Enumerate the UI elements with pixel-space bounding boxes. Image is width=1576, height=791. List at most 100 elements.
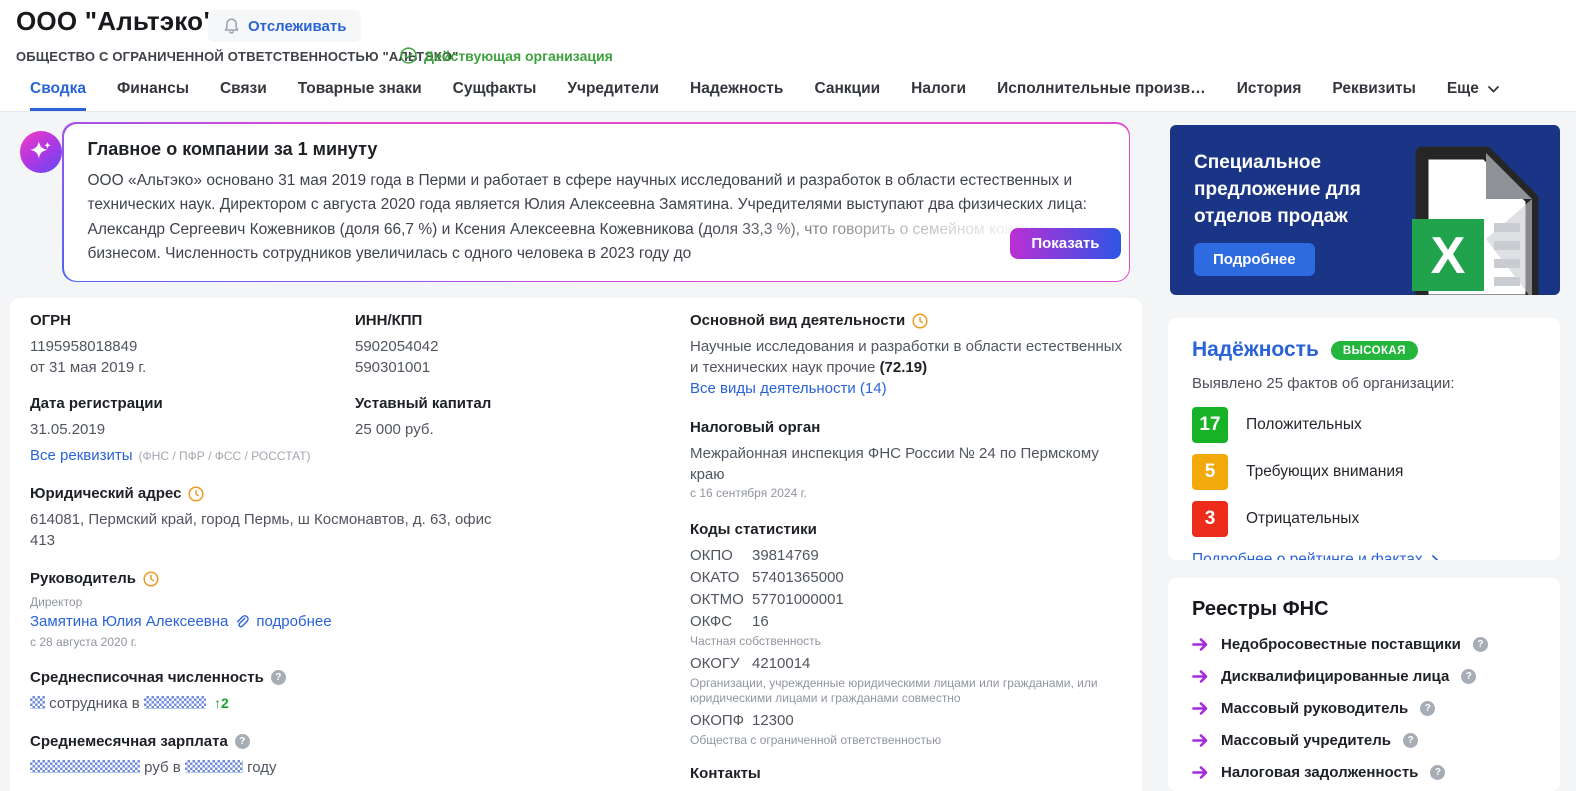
registry-label: Налоговая задолженность xyxy=(1221,764,1419,781)
kpp-value: 590301001 xyxy=(355,359,431,376)
page-header: ООО "Альтэко" Отслеживать ОБЩЕСТВО С ОГР… xyxy=(0,0,1576,112)
fact-label: Положительных xyxy=(1246,416,1362,433)
page-title: ООО "Альтэко" xyxy=(16,6,216,36)
head-more-link[interactable]: подробнее xyxy=(256,613,331,630)
tab-ispolnitelnye[interactable]: Исполнительные произв… xyxy=(997,74,1206,111)
tax-office-label: Налоговый орган xyxy=(690,419,821,436)
code-value: 16 xyxy=(752,613,769,630)
registry-item-tax-debt[interactable]: Налоговая задолженность ? xyxy=(1192,764,1536,781)
question-icon[interactable]: ? xyxy=(234,734,250,749)
arrow-right-icon xyxy=(1192,734,1209,747)
salary-label: Среднемесячная зарплата ? xyxy=(30,733,500,750)
all-activities-link[interactable]: Все виды деятельности (14) xyxy=(690,380,887,397)
tab-istoriya[interactable]: История xyxy=(1237,74,1302,111)
svg-text:X: X xyxy=(1431,227,1466,285)
question-icon[interactable]: ? xyxy=(270,670,286,685)
registry-label: Массовый руководитель xyxy=(1221,700,1409,717)
details-column-right: Основной вид деятельности Научные исслед… xyxy=(690,312,1132,791)
fact-attention[interactable]: 5 Требующих внимания xyxy=(1192,454,1536,490)
tab-uchrediteli[interactable]: Учредители xyxy=(567,74,659,111)
salary-suffix-text: году xyxy=(247,759,277,776)
registry-item-disqualified-persons[interactable]: Дисквалифицированные лица ? xyxy=(1192,668,1536,685)
fns-registries-title: Реестры ФНС xyxy=(1192,598,1329,620)
arrow-right-icon xyxy=(1192,702,1209,715)
headcount-growth: ↑2 xyxy=(214,695,229,711)
clock-icon[interactable] xyxy=(143,570,159,587)
reliability-card: Надёжность ВЫСОКАЯ Выявлено 25 фактов об… xyxy=(1168,318,1560,560)
all-requisites-link[interactable]: Все реквизиты xyxy=(30,447,133,464)
question-icon[interactable]: ? xyxy=(1461,669,1477,684)
code-key: ОКОГУ xyxy=(690,655,740,672)
stat-code-row: ОКТМО 57701000001 xyxy=(690,589,1132,611)
clock-icon[interactable] xyxy=(912,312,928,329)
promo-details-button[interactable]: Подробнее xyxy=(1194,243,1315,276)
requisites-note: (ФНС / ПФР / ФСС / РОССТАТ) xyxy=(138,449,311,463)
activity-label-text: Основной вид деятельности xyxy=(690,312,906,329)
code-key: ОКАТО xyxy=(690,569,740,586)
question-icon[interactable]: ? xyxy=(1472,637,1488,652)
arrow-right-icon xyxy=(1192,638,1209,651)
stat-code-row: ОКОПФ 12300 xyxy=(690,710,1132,732)
question-icon[interactable]: ? xyxy=(1403,733,1419,748)
headcount-label: Среднесписочная численность ? xyxy=(30,669,500,686)
head-position: Директор xyxy=(30,595,83,609)
fact-count-badge: 17 xyxy=(1192,407,1228,443)
fact-negative[interactable]: 3 Отрицательных xyxy=(1192,501,1536,537)
chevron-down-icon xyxy=(1488,80,1500,97)
contacts-label: Контакты xyxy=(690,765,761,782)
tab-tovarnye-znaki[interactable]: Товарные знаки xyxy=(298,74,422,111)
registry-item-mass-director[interactable]: Массовый руководитель ? xyxy=(1192,700,1536,717)
bell-icon xyxy=(223,17,240,35)
tab-nadezhnost[interactable]: Надежность xyxy=(690,74,783,111)
reliability-title[interactable]: Надёжность xyxy=(1192,338,1319,362)
code-key: ОКТМО xyxy=(690,591,744,608)
arrow-right-icon xyxy=(1192,670,1209,683)
salary-label-text: Среднемесячная зарплата xyxy=(30,733,228,750)
reliability-badge: ВЫСОКАЯ xyxy=(1330,340,1418,360)
salary-value: руб в году xyxy=(30,757,500,778)
head-label: Руководитель xyxy=(30,570,500,587)
fact-positive[interactable]: 17 Положительных xyxy=(1192,407,1536,443)
check-circle-icon xyxy=(400,47,417,64)
code-key: ОКОПФ xyxy=(690,712,745,729)
tab-nalogi[interactable]: Налоги xyxy=(911,74,966,111)
registry-item-mass-founder[interactable]: Массовый учредитель ? xyxy=(1192,732,1536,749)
follow-button[interactable]: Отслеживать xyxy=(208,10,362,42)
company-details-card: ОГРН 1195958018849 от 31 мая 2019 г. Дат… xyxy=(10,298,1142,791)
details-column-middle: ИНН/КПП 5902054042 590301001 Уставный ка… xyxy=(355,312,675,440)
code-value: 39814769 xyxy=(752,547,819,564)
registry-item-unfair-suppliers[interactable]: Недобросовестные поставщики ? xyxy=(1192,636,1536,653)
head-name-link[interactable]: Замятина Юлия Алексеевна xyxy=(30,613,228,630)
tab-svyazi[interactable]: Связи xyxy=(220,74,267,111)
code-value: 4210014 xyxy=(752,655,811,672)
arrow-right-icon xyxy=(1192,766,1209,779)
promo-banner[interactable]: Специальное предложение для отделов прод… xyxy=(1170,125,1560,295)
fact-label: Требующих внимания xyxy=(1246,463,1404,480)
stat-code-row: ОКПО 39814769 xyxy=(690,545,1132,567)
tab-sankcii[interactable]: Санкции xyxy=(814,74,880,111)
question-icon[interactable]: ? xyxy=(1420,701,1436,716)
fact-label: Отрицательных xyxy=(1246,510,1360,527)
question-icon[interactable]: ? xyxy=(1430,765,1446,780)
tab-suschfakty[interactable]: Сущфакты xyxy=(453,74,537,111)
code-note: Организации, учрежденные юридическими ли… xyxy=(690,676,1098,705)
tab-finansy[interactable]: Финансы xyxy=(117,74,189,111)
inn-value: 5902054042 xyxy=(355,338,439,355)
address-label: Юридический адрес xyxy=(30,485,500,502)
clock-icon[interactable] xyxy=(188,485,204,502)
activity-code: (72.19) xyxy=(879,359,928,376)
code-key: ОКПО xyxy=(690,547,733,564)
company-full-name: ОБЩЕСТВО С ОГРАНИЧЕННОЙ ОТВЕТСТВЕННОСТЬЮ… xyxy=(16,49,459,64)
rating-details-link[interactable]: Подробнее о рейтинге и фактах xyxy=(1192,551,1423,560)
tab-more[interactable]: Еще xyxy=(1447,74,1500,111)
tab-svodka[interactable]: Сводка xyxy=(30,74,86,111)
code-note: Частная собственность xyxy=(690,634,821,648)
tab-rekvizity[interactable]: Реквизиты xyxy=(1332,74,1415,111)
follow-button-label: Отслеживать xyxy=(248,17,347,35)
tax-office-value: Межрайонная инспекция ФНС России № 24 по… xyxy=(690,445,1099,483)
registry-label: Массовый учредитель xyxy=(1221,732,1392,749)
show-button[interactable]: Показать xyxy=(1010,227,1121,259)
salary-mid-text: руб в xyxy=(144,759,181,776)
status-badge: Действующая организация xyxy=(400,47,613,64)
inn-kpp-label: ИНН/КПП xyxy=(355,312,423,329)
